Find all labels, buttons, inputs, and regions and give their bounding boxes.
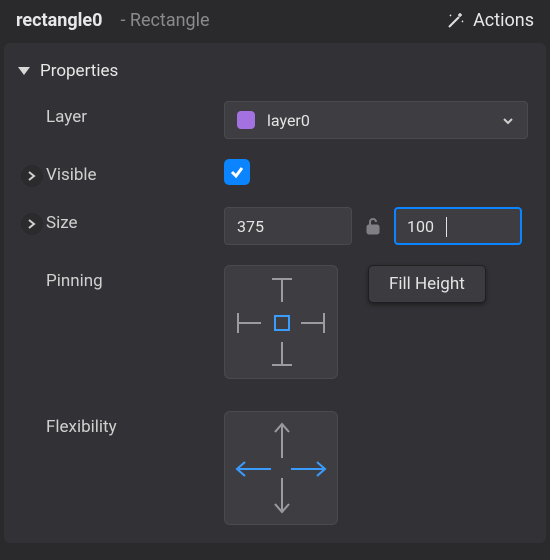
section-toggle-properties[interactable]: Properties [4, 51, 546, 91]
pin-right-icon [301, 322, 323, 324]
pin-bottom-icon [281, 342, 283, 364]
section-title: Properties [40, 61, 118, 81]
visible-label: Visible [46, 159, 224, 185]
pinning-widget[interactable] [224, 265, 338, 379]
lock-aspect-toggle[interactable] [364, 215, 382, 237]
visible-checkbox[interactable] [224, 159, 250, 185]
layer-selected-name: layer0 [267, 111, 489, 130]
size-width-value: 375 [237, 217, 264, 236]
magic-wand-icon [445, 11, 465, 31]
chevron-down-icon [501, 113, 515, 127]
size-height-value: 100 [407, 217, 434, 236]
pin-left-icon [239, 322, 261, 324]
object-name[interactable]: rectangle0 [16, 10, 102, 31]
pinning-label: Pinning [46, 265, 224, 291]
fill-height-label: Fill Height [389, 274, 465, 294]
size-width-input[interactable]: 375 [224, 207, 352, 245]
pin-top-icon [281, 280, 283, 302]
actions-button[interactable]: Actions [445, 10, 534, 31]
disclosure-triangle-icon [18, 67, 30, 75]
property-action-visible[interactable] [21, 165, 43, 187]
layer-color-swatch [237, 111, 255, 129]
actions-label: Actions [473, 10, 534, 31]
pin-center-icon [274, 315, 290, 331]
size-label: Size [46, 207, 224, 233]
flex-right-arrow-icon [289, 460, 329, 478]
properties-panel: Properties Layer layer0 Visible [4, 43, 546, 543]
flex-up-arrow-icon [273, 420, 291, 460]
property-action-size[interactable] [21, 213, 43, 235]
fill-height-button[interactable]: Fill Height [368, 265, 486, 303]
flex-left-arrow-icon [233, 460, 273, 478]
layer-dropdown[interactable]: layer0 [224, 101, 528, 139]
flex-down-arrow-icon [273, 476, 291, 516]
size-height-input[interactable]: 100 [394, 207, 522, 245]
object-type: - Rectangle [120, 10, 209, 31]
flexibility-widget[interactable] [224, 411, 338, 525]
text-caret [446, 217, 447, 237]
flexibility-label: Flexibility [46, 411, 224, 437]
layer-label: Layer [46, 101, 224, 127]
